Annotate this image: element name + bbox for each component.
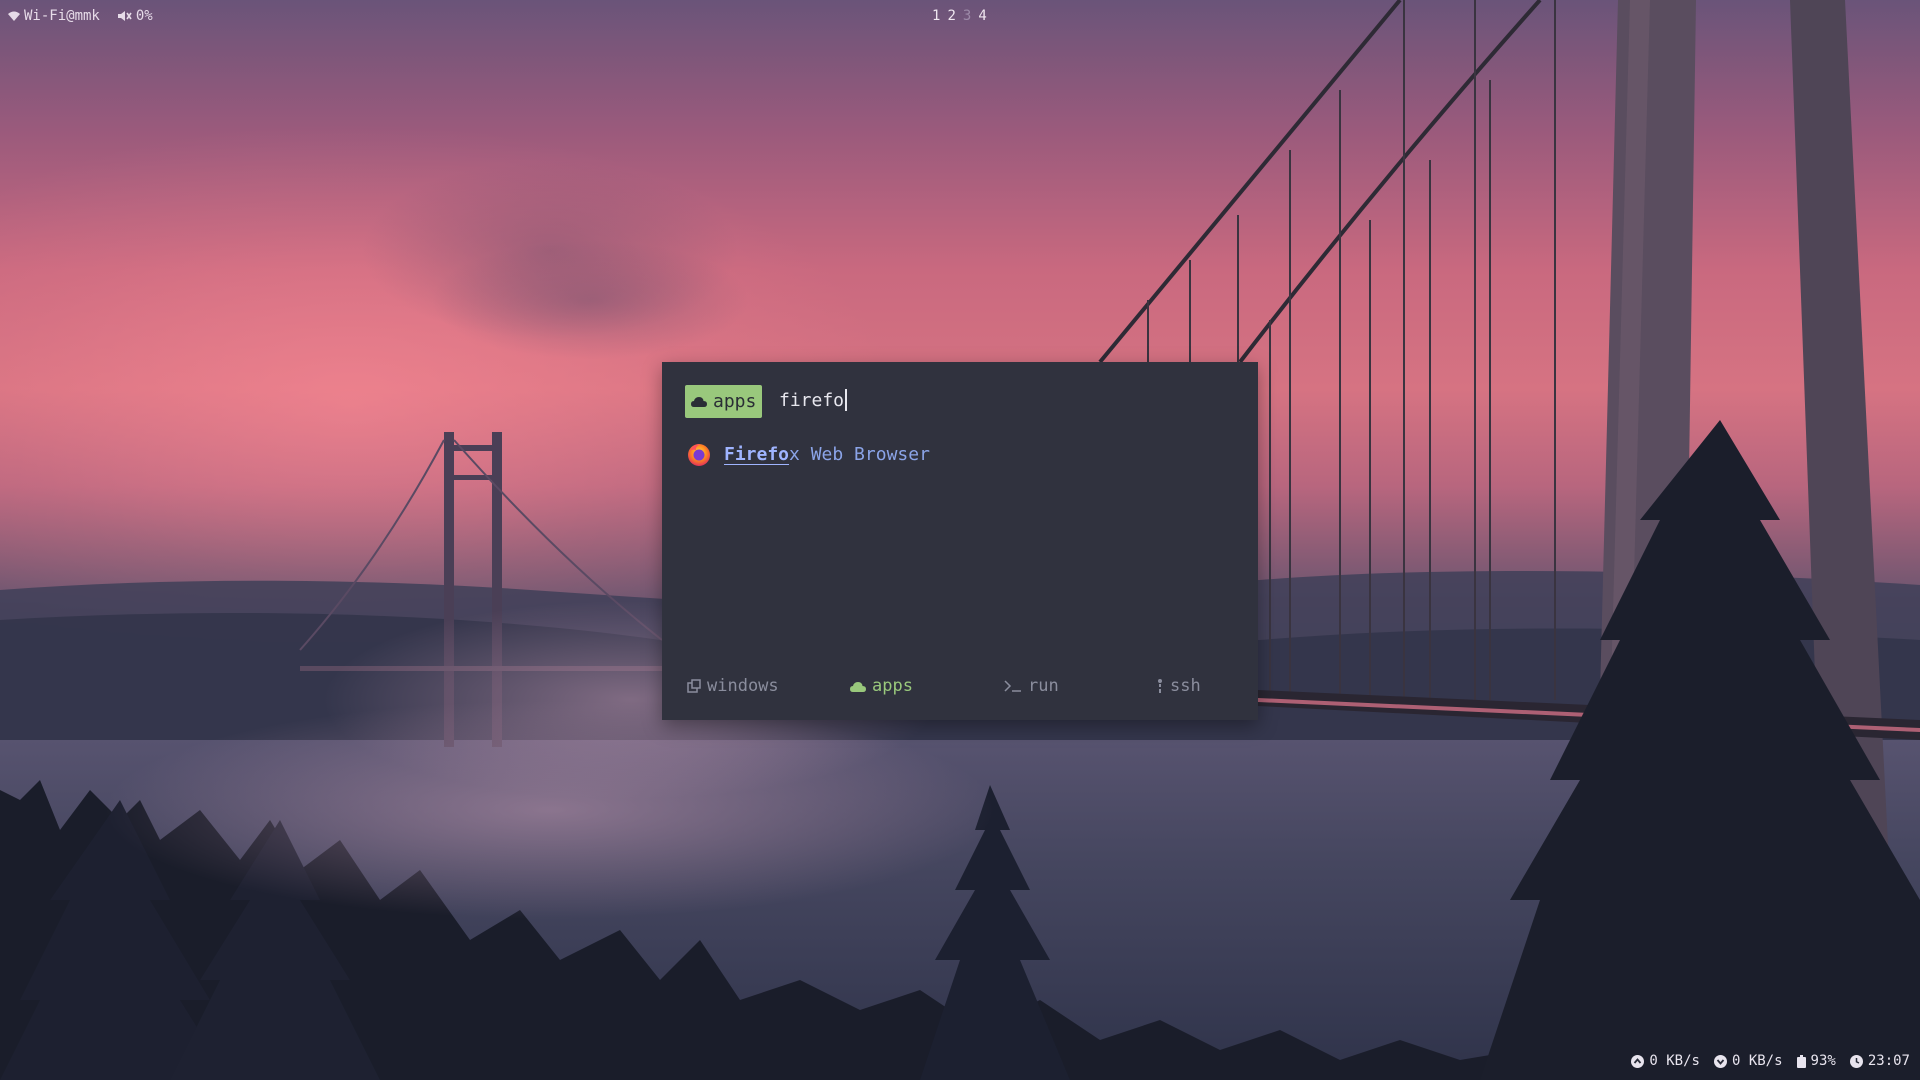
- wifi-label: Wi-Fi@mmk: [24, 8, 100, 24]
- text-caret: [845, 389, 848, 411]
- battery-indicator: 93%: [1796, 1053, 1836, 1069]
- upload-speed: 0 KB/s: [1631, 1053, 1700, 1069]
- clock-icon: [1849, 1054, 1863, 1068]
- result-item[interactable]: Firefox Web Browser: [686, 441, 930, 467]
- ssh-icon: [1158, 679, 1162, 693]
- workspace-2[interactable]: 2: [947, 8, 955, 24]
- cloud-icon: [691, 397, 707, 407]
- wallpaper-fog: [100, 700, 1000, 920]
- tab-apps[interactable]: apps: [850, 676, 913, 696]
- volume-muted-icon: [117, 11, 132, 21]
- result-label: Firefox Web Browser: [724, 444, 930, 465]
- tab-windows[interactable]: windows: [687, 676, 779, 696]
- tab-run-label: run: [1028, 676, 1059, 696]
- wifi-indicator[interactable]: Wi-Fi@mmk: [8, 8, 100, 24]
- workspace-3[interactable]: 3: [963, 8, 971, 24]
- top-bar: Wi-Fi@mmk 0% 1 2 3 4: [0, 0, 1920, 32]
- terminal-icon: [1004, 680, 1021, 692]
- upload-icon: [1631, 1054, 1645, 1068]
- cloud-icon: [850, 681, 866, 692]
- battery-value: 93%: [1810, 1053, 1836, 1069]
- clock-value: 23:07: [1867, 1053, 1910, 1069]
- tab-ssh-label: ssh: [1170, 676, 1201, 696]
- download-speed: 0 KB/s: [1713, 1053, 1783, 1069]
- upload-value: 0 KB/s: [1649, 1053, 1700, 1069]
- top-bar-left: Wi-Fi@mmk 0%: [8, 8, 153, 24]
- tab-ssh[interactable]: ssh: [1156, 676, 1201, 696]
- tab-run[interactable]: run: [1004, 676, 1059, 696]
- firefox-icon: [688, 444, 710, 466]
- app-launcher: apps firefo Firefox Web Browser windows …: [662, 362, 1258, 720]
- tab-windows-label: windows: [707, 676, 779, 696]
- tab-apps-label: apps: [872, 676, 913, 696]
- result-rest-text: x Web Browser: [789, 443, 930, 465]
- workspace-4[interactable]: 4: [978, 8, 986, 24]
- windows-icon: [687, 679, 701, 693]
- mode-badge: apps: [685, 385, 763, 418]
- mode-tabs: windows apps run ssh: [662, 676, 1258, 706]
- workspace-1[interactable]: 1: [932, 8, 940, 24]
- search-query-text: firefo: [779, 389, 845, 411]
- battery-icon: [1796, 1054, 1806, 1068]
- clock: 23:07: [1849, 1053, 1910, 1069]
- volume-label: 0%: [135, 8, 153, 24]
- workspace-switcher: 1 2 3 4: [932, 8, 987, 24]
- status-bar: 0 KB/s 0 KB/s 93% 23:07: [1631, 1053, 1910, 1069]
- wifi-icon: [8, 11, 20, 21]
- desktop: Wi-Fi@mmk 0% 1 2 3 4 0 KB/s 0 KB/s 93% 2…: [0, 0, 1920, 1080]
- volume-indicator[interactable]: 0%: [117, 8, 153, 24]
- download-icon: [1713, 1054, 1727, 1068]
- download-value: 0 KB/s: [1731, 1053, 1783, 1069]
- mode-label: apps: [713, 391, 757, 412]
- result-match-text: Firefo: [724, 443, 790, 465]
- search-input[interactable]: firefo: [779, 389, 848, 411]
